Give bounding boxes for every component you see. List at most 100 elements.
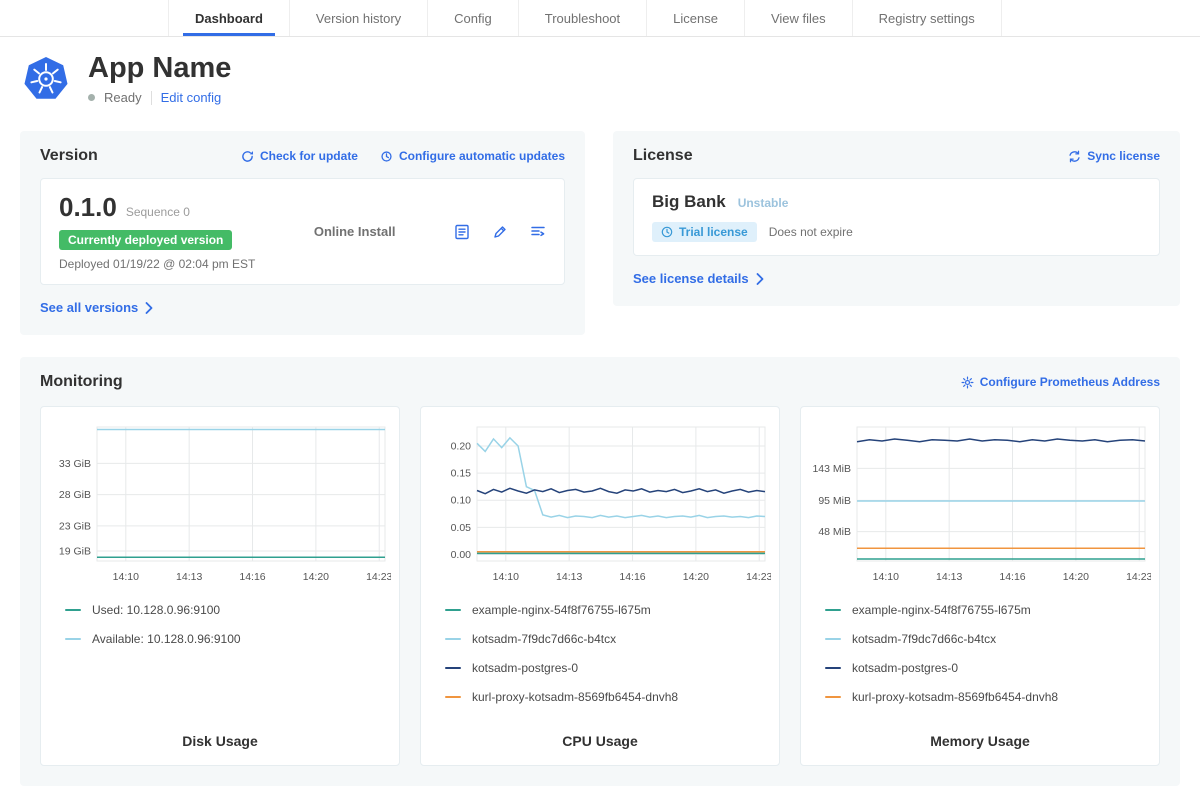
channel-label: Unstable [738, 196, 789, 210]
monitoring-title: Monitoring [40, 373, 123, 391]
legend-label: kurl-proxy-kotsadm-8569fb6454-dnvh8 [852, 690, 1058, 704]
configure-automatic-updates-button[interactable]: Configure automatic updates [380, 149, 565, 163]
chevron-right-icon [756, 273, 764, 285]
legend-label: example-nginx-54f8f76755-l675m [852, 603, 1031, 617]
edit-config-icon[interactable] [492, 224, 508, 240]
legend-label: Used: 10.128.0.96:9100 [92, 603, 220, 617]
svg-text:14:13: 14:13 [556, 571, 582, 583]
configure-prometheus-button[interactable]: Configure Prometheus Address [961, 375, 1160, 389]
legend-label: kotsadm-postgres-0 [472, 661, 578, 675]
install-type-label: Online Install [314, 224, 396, 239]
tab-dashboard[interactable]: Dashboard [168, 0, 289, 36]
schedule-update-icon [380, 150, 393, 163]
svg-text:14:23: 14:23 [746, 571, 771, 583]
legend-item: kurl-proxy-kotsadm-8569fb6454-dnvh8 [445, 690, 771, 704]
tab-view-files[interactable]: View files [744, 0, 852, 36]
cards-row: Version Check for update Configure autom… [0, 113, 1200, 335]
tab-config[interactable]: Config [427, 0, 518, 36]
chevron-right-icon [145, 302, 153, 314]
charts-row: 19 GiB 23 GiB 28 GiB 33 GiB 14:10 14:13 14:16 1… [40, 406, 1160, 766]
legend-item: example-nginx-54f8f76755-l675m [445, 603, 771, 617]
legend-label: kurl-proxy-kotsadm-8569fb6454-dnvh8 [472, 690, 678, 704]
tab-version-history[interactable]: Version history [289, 0, 427, 36]
legend-item: kotsadm-postgres-0 [445, 661, 771, 675]
svg-text:14:13: 14:13 [936, 571, 962, 583]
chart-card-disk: 19 GiB 23 GiB 28 GiB 33 GiB 14:10 14:13 14:16 1… [40, 406, 400, 766]
svg-text:23 GiB: 23 GiB [59, 520, 91, 532]
svg-text:14:20: 14:20 [303, 571, 329, 583]
version-card: Version Check for update Configure autom… [20, 131, 585, 335]
tab-troubleshoot[interactable]: Troubleshoot [518, 0, 646, 36]
sync-license-button[interactable]: Sync license [1068, 149, 1160, 163]
memory-usage-chart: 48 MiB95 MiB143 MiB14:1014:1314:1614:201… [809, 419, 1151, 589]
cpu-usage-chart: 0.000.050.100.150.2014:1014:1314:1614:20… [429, 419, 771, 589]
chart-card-memory: 48 MiB95 MiB143 MiB14:1014:1314:1614:201… [800, 406, 1160, 766]
svg-text:48 MiB: 48 MiB [818, 526, 851, 538]
status-dot [88, 94, 95, 101]
deploy-logs-icon[interactable] [530, 224, 546, 240]
version-card-title: Version [40, 147, 98, 165]
legend-swatch [825, 696, 841, 698]
svg-text:19 GiB: 19 GiB [59, 545, 91, 557]
chart-legend: Used: 10.128.0.96:9100 Available: 10.128.… [49, 603, 391, 661]
legend-swatch [825, 609, 841, 611]
release-notes-icon[interactable] [454, 224, 470, 240]
license-card-title: License [633, 147, 693, 165]
svg-text:0.20: 0.20 [451, 440, 472, 452]
legend-label: kotsadm-7f9dc7d66c-b4tcx [472, 632, 616, 646]
expiry-text: Does not expire [769, 225, 853, 239]
chart-title: Disk Usage [49, 719, 391, 749]
divider [151, 91, 152, 105]
gear-icon [961, 376, 974, 389]
legend-swatch [65, 609, 81, 611]
svg-text:95 MiB: 95 MiB [818, 495, 851, 507]
legend-label: example-nginx-54f8f76755-l675m [472, 603, 651, 617]
legend-label: Available: 10.128.0.96:9100 [92, 632, 241, 646]
kubernetes-logo-icon [22, 55, 70, 103]
license-card: License Sync license Big Bank Unstable T… [613, 131, 1180, 306]
license-box: Big Bank Unstable Trial license Does not… [633, 178, 1160, 256]
svg-text:14:10: 14:10 [493, 571, 519, 583]
legend-swatch [825, 638, 841, 640]
legend-item: Used: 10.128.0.96:9100 [65, 603, 391, 617]
legend-swatch [445, 638, 461, 640]
monitoring-card: Monitoring Configure Prometheus Address … [20, 357, 1180, 786]
svg-text:14:13: 14:13 [176, 571, 202, 583]
clock-icon [661, 226, 673, 238]
svg-text:14:16: 14:16 [239, 571, 265, 583]
check-for-update-button[interactable]: Check for update [241, 149, 358, 163]
tab-license[interactable]: License [646, 0, 744, 36]
chart-legend: example-nginx-54f8f76755-l675mkotsadm-7f… [809, 603, 1151, 719]
legend-label: kotsadm-postgres-0 [852, 661, 958, 675]
svg-text:14:16: 14:16 [999, 571, 1025, 583]
legend-item: Available: 10.128.0.96:9100 [65, 632, 391, 646]
deployed-timestamp: Deployed 01/19/22 @ 02:04 pm EST [59, 257, 255, 271]
chart-title: Memory Usage [809, 719, 1151, 749]
disk-usage-chart: 19 GiB 23 GiB 28 GiB 33 GiB 14:10 14:13 14:16 1… [49, 419, 391, 589]
svg-text:14:23: 14:23 [1126, 571, 1151, 583]
legend-swatch [65, 638, 81, 640]
legend-swatch [445, 609, 461, 611]
sequence-label: Sequence 0 [126, 205, 190, 219]
legend-item: example-nginx-54f8f76755-l675m [825, 603, 1151, 617]
app-header: App Name Ready Edit config [0, 37, 1200, 113]
refresh-icon [241, 150, 254, 163]
legend-swatch [445, 696, 461, 698]
chart-legend: example-nginx-54f8f76755-l675m kotsadm-7f… [429, 603, 771, 719]
see-license-details-link[interactable]: See license details [633, 271, 764, 286]
chart-card-cpu: 0.000.050.100.150.2014:1014:1314:1614:20… [420, 406, 780, 766]
version-number: 0.1.0 [59, 192, 117, 223]
svg-text:28 GiB: 28 GiB [59, 489, 91, 501]
top-nav: Dashboard Version history Config Trouble… [0, 0, 1200, 37]
legend-item: kotsadm-7f9dc7d66c-b4tcx [445, 632, 771, 646]
svg-text:33 GiB: 33 GiB [59, 458, 91, 470]
see-all-versions-link[interactable]: See all versions [40, 300, 153, 315]
edit-config-link[interactable]: Edit config [161, 90, 222, 105]
svg-text:14:20: 14:20 [1063, 571, 1089, 583]
svg-text:0.10: 0.10 [451, 495, 472, 507]
tab-registry-settings[interactable]: Registry settings [852, 0, 1002, 36]
deployed-badge: Currently deployed version [59, 230, 232, 250]
svg-text:14:23: 14:23 [366, 571, 391, 583]
customer-name: Big Bank [652, 192, 726, 212]
svg-text:14:10: 14:10 [113, 571, 139, 583]
